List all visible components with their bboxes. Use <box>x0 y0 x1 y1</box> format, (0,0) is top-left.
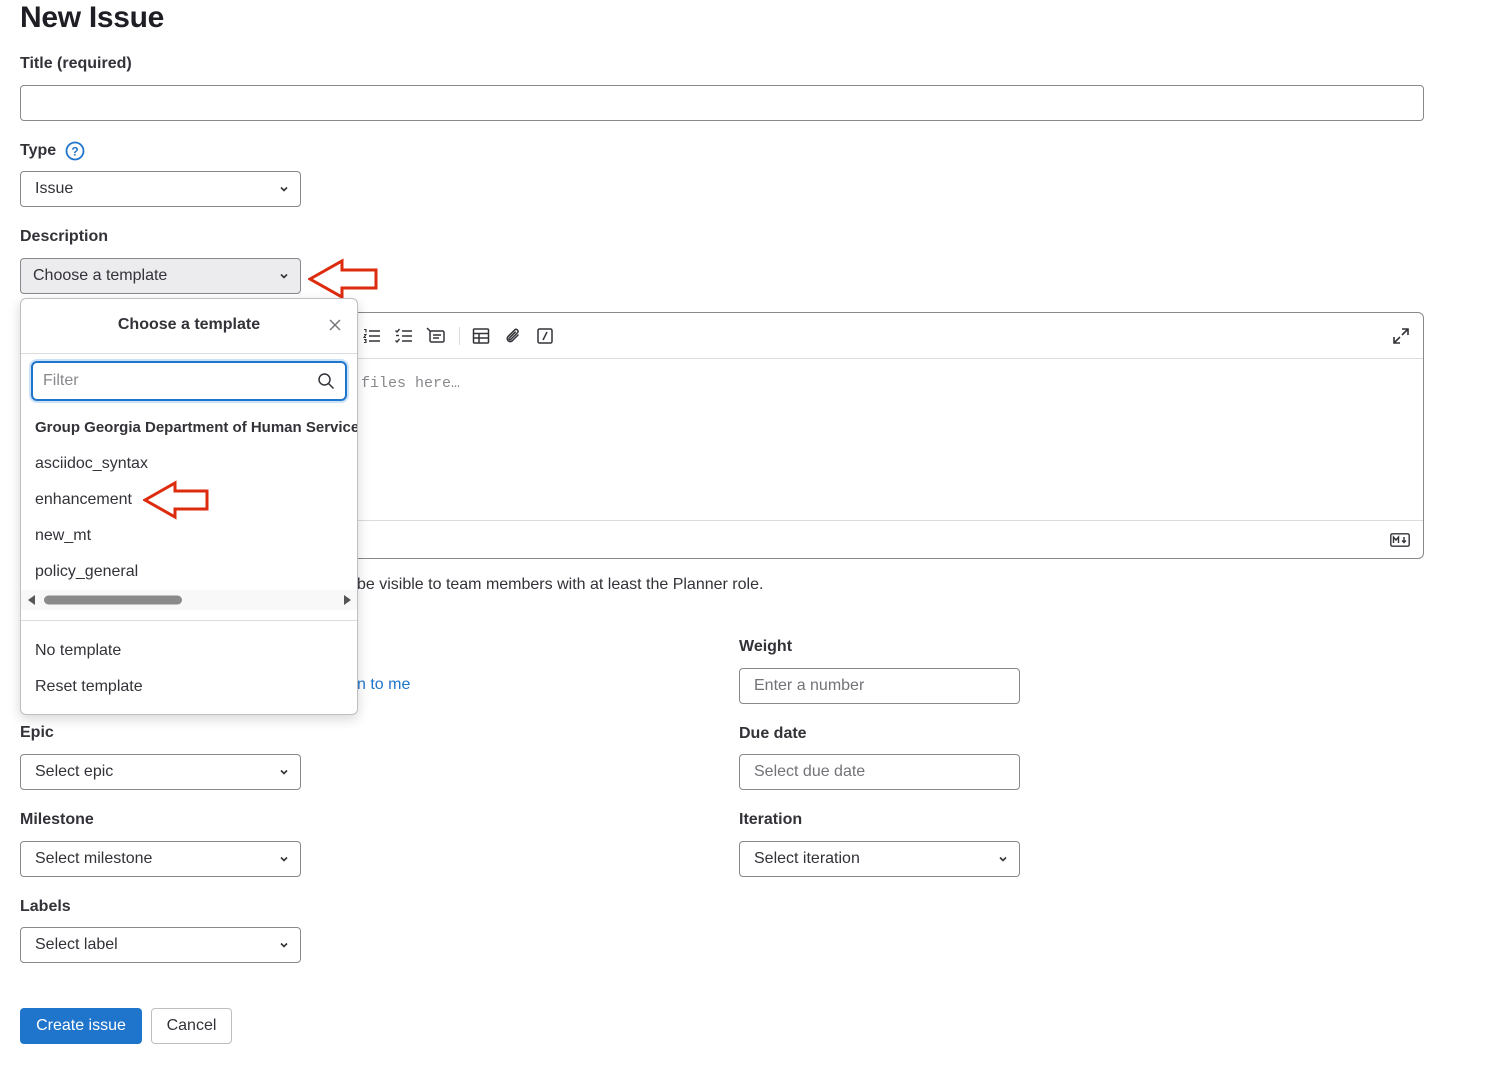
type-select[interactable]: Issue <box>20 171 301 207</box>
template-filter-placeholder: Filter <box>43 372 79 389</box>
search-icon <box>318 373 335 390</box>
assign-to-me-link[interactable]: n to me <box>357 676 410 694</box>
due-date-label: Due date <box>739 725 807 742</box>
chevron-down-icon <box>999 856 1007 862</box>
template-item[interactable]: policy_general <box>35 563 138 581</box>
type-help-icon[interactable]: ? <box>65 141 85 166</box>
labels-select-value: Select label <box>35 936 118 953</box>
epic-select-value: Select epic <box>35 763 114 780</box>
chevron-down-icon <box>280 856 288 862</box>
template-item[interactable]: enhancement <box>35 491 132 509</box>
svg-text:?: ? <box>71 145 78 159</box>
chevron-down-icon <box>280 769 288 775</box>
table-icon[interactable] <box>471 326 491 346</box>
task-list-icon[interactable] <box>394 326 414 346</box>
template-group-header: Group Georgia Department of Human Servic… <box>35 419 358 436</box>
type-select-value: Issue <box>35 180 74 197</box>
no-template-item[interactable]: No template <box>35 642 121 660</box>
annotation-arrow <box>143 480 209 520</box>
milestone-select-value: Select milestone <box>35 850 153 867</box>
milestone-select[interactable]: Select milestone <box>20 841 301 877</box>
indent-icon[interactable] <box>426 326 446 346</box>
description-label: Description <box>20 228 109 245</box>
template-item[interactable]: new_mt <box>35 527 91 545</box>
confidential-note: be visible to team members with at least… <box>357 576 764 593</box>
type-label: Type <box>20 142 57 159</box>
dropdown-divider <box>21 620 357 621</box>
template-dropdown-title: Choose a template <box>117 316 261 333</box>
chevron-down-icon <box>280 942 288 948</box>
labels-select[interactable]: Select label <box>20 927 301 963</box>
markdown-icon[interactable] <box>1390 533 1410 547</box>
weight-placeholder: Enter a number <box>754 677 865 694</box>
iteration-select-value: Select iteration <box>754 850 860 867</box>
weight-input[interactable]: Enter a number <box>739 668 1020 704</box>
title-input[interactable] <box>20 85 1424 121</box>
template-filter-input[interactable]: Filter <box>31 361 347 401</box>
chevron-down-icon <box>280 273 288 279</box>
milestone-label: Milestone <box>20 811 94 828</box>
weight-label: Weight <box>739 638 793 655</box>
editor-placeholder: files here… <box>361 375 461 392</box>
fullscreen-icon[interactable] <box>1391 326 1411 346</box>
choose-template-button[interactable]: Choose a template <box>20 258 301 294</box>
due-date-input[interactable]: Select due date <box>739 754 1020 790</box>
annotation-arrow <box>308 258 378 300</box>
quick-action-icon[interactable] <box>535 326 555 346</box>
iteration-label: Iteration <box>739 811 803 828</box>
attachment-icon[interactable] <box>503 326 523 346</box>
choose-template-label: Choose a template <box>33 267 168 284</box>
template-dropdown-header: Choose a template <box>21 299 357 354</box>
horizontal-scrollbar[interactable] <box>21 590 357 610</box>
due-date-placeholder: Select due date <box>754 763 866 780</box>
labels-label: Labels <box>20 898 71 915</box>
bulleted-list-icon[interactable] <box>362 326 382 346</box>
title-label: Title (required) <box>20 55 132 72</box>
chevron-down-icon <box>280 186 288 192</box>
page-title: New Issue <box>20 1 165 34</box>
close-icon[interactable] <box>328 318 342 332</box>
iteration-select[interactable]: Select iteration <box>739 841 1020 877</box>
reset-template-item[interactable]: Reset template <box>35 678 143 696</box>
create-issue-button[interactable]: Create issue <box>20 1008 142 1044</box>
cancel-button[interactable]: Cancel <box>151 1008 232 1044</box>
epic-label: Epic <box>20 724 54 741</box>
toolbar-separator <box>459 327 460 345</box>
template-item[interactable]: asciidoc_syntax <box>35 455 148 473</box>
epic-select[interactable]: Select epic <box>20 754 301 790</box>
